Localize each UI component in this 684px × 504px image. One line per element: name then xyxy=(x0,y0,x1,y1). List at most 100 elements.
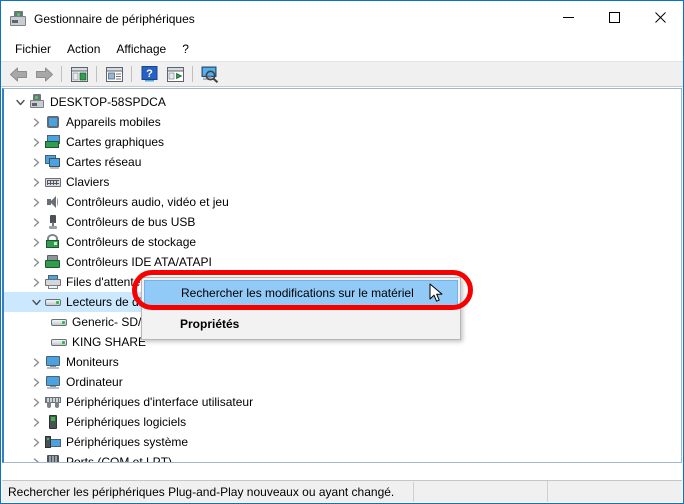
chevron-right-icon[interactable] xyxy=(28,234,44,250)
tree-item-appareils-mobiles[interactable]: Appareils mobiles xyxy=(4,112,681,132)
context-menu-item-scan-hardware[interactable]: Rechercher les modifications sur le maté… xyxy=(144,280,458,306)
scan-hardware-changes-icon xyxy=(201,66,219,83)
tree-item-label: Moniteurs xyxy=(66,355,119,369)
computer-icon xyxy=(28,94,46,110)
tree-item-cartes-graphiques[interactable]: Cartes graphiques xyxy=(4,132,681,152)
tree-item-peripheriques-logiciels[interactable]: Périphériques logiciels xyxy=(4,412,681,432)
tree-root-label: DESKTOP-58SPDCA xyxy=(50,95,166,109)
tree-item-controleurs-usb[interactable]: Contrôleurs de bus USB xyxy=(4,212,681,232)
update-driver-button[interactable] xyxy=(163,63,187,85)
tree-item-label: Contrôleurs de stockage xyxy=(66,235,197,249)
menu-affichage[interactable]: Affichage xyxy=(108,39,174,59)
chevron-right-icon[interactable] xyxy=(28,154,44,170)
tree-item-controleurs-audio[interactable]: Contrôleurs audio, vidéo et jeu xyxy=(4,192,681,212)
show-hide-console-tree-button[interactable] xyxy=(67,63,91,85)
usb-controller-icon xyxy=(44,214,62,230)
chevron-down-icon[interactable] xyxy=(12,94,28,110)
tree-item-controleurs-stockage[interactable]: Contrôleurs de stockage xyxy=(4,232,681,252)
tree-item-label: Ports (COM et LPT) xyxy=(66,455,173,463)
toolbar-separator-3 xyxy=(131,66,132,82)
status-pane-2 xyxy=(414,481,548,502)
chevron-right-icon[interactable] xyxy=(28,134,44,150)
tree-item-label: Ordinateur xyxy=(66,375,123,389)
toolbar-separator-1 xyxy=(61,66,62,82)
status-message: Rechercher les périphériques Plug-and-Pl… xyxy=(2,481,414,502)
tree-item-peripheriques-hid[interactable]: Périphériques d'interface utilisateur xyxy=(4,392,681,412)
context-menu-item-label: Rechercher les modifications sur le maté… xyxy=(181,286,414,300)
menu-fichier[interactable]: Fichier xyxy=(7,39,59,59)
minimize-button[interactable] xyxy=(545,1,591,33)
tree-root-row[interactable]: DESKTOP-58SPDCA xyxy=(4,92,681,112)
tree-item-claviers[interactable]: Claviers xyxy=(4,172,681,192)
storage-controller-icon xyxy=(44,234,62,250)
hid-icon xyxy=(44,394,62,410)
software-device-icon xyxy=(44,414,62,430)
help-icon: ? xyxy=(141,66,157,82)
chevron-right-icon[interactable] xyxy=(28,214,44,230)
tree-item-peripheriques-systeme[interactable]: Périphériques système xyxy=(4,432,681,452)
disk-drive-icon xyxy=(44,294,62,310)
status-bar: Rechercher les périphériques Plug-and-Pl… xyxy=(2,480,682,502)
update-driver-icon xyxy=(166,66,184,82)
device-tree: DESKTOP-58SPDCA Appareils mobiles Cartes… xyxy=(4,89,681,463)
monitor-icon xyxy=(44,354,62,370)
forward-button[interactable] xyxy=(32,63,56,85)
mobile-device-icon xyxy=(44,114,62,130)
menu-bar: Fichier Action Affichage ? xyxy=(1,37,683,61)
network-adapter-icon xyxy=(44,154,62,170)
ide-controller-icon xyxy=(44,254,62,270)
toolbar-separator-2 xyxy=(96,66,97,82)
title-bar: Gestionnaire de périphériques xyxy=(1,1,683,37)
display-adapter-icon xyxy=(44,134,62,150)
chevron-right-icon[interactable] xyxy=(28,174,44,190)
tree-item-label: Claviers xyxy=(66,175,110,189)
tree-item-label: Appareils mobiles xyxy=(66,115,161,129)
chevron-right-icon[interactable] xyxy=(28,414,44,430)
tree-item-moniteurs[interactable]: Moniteurs xyxy=(4,352,681,372)
chevron-right-icon[interactable] xyxy=(28,354,44,370)
properties-button[interactable] xyxy=(102,63,126,85)
back-button[interactable] xyxy=(6,63,30,85)
menu-aide[interactable]: ? xyxy=(174,39,197,59)
help-button[interactable]: ? xyxy=(137,63,161,85)
show-hide-console-tree-icon xyxy=(70,66,88,82)
maximize-icon xyxy=(608,11,620,23)
tree-item-label: Cartes réseau xyxy=(66,155,142,169)
print-queue-icon xyxy=(44,274,62,290)
chevron-right-icon[interactable] xyxy=(28,394,44,410)
menu-action[interactable]: Action xyxy=(59,39,108,59)
close-icon xyxy=(654,11,666,23)
chevron-right-icon[interactable] xyxy=(28,274,44,290)
window-controls xyxy=(545,1,683,33)
keyboard-icon xyxy=(44,174,62,190)
chevron-right-icon[interactable] xyxy=(28,374,44,390)
tree-item-controleurs-ide[interactable]: Contrôleurs IDE ATA/ATAPI xyxy=(4,252,681,272)
svg-text:?: ? xyxy=(146,68,153,80)
tree-item-label: Périphériques logiciels xyxy=(66,415,187,429)
tree-item-ordinateur[interactable]: Ordinateur xyxy=(4,372,681,392)
tree-item-ports[interactable]: Ports (COM et LPT) xyxy=(4,452,681,463)
properties-icon xyxy=(105,66,123,82)
tree-item-cartes-reseau[interactable]: Cartes réseau xyxy=(4,152,681,172)
tree-item-label: Contrôleurs IDE ATA/ATAPI xyxy=(66,255,212,269)
context-menu-item-label: Propriétés xyxy=(180,317,240,331)
close-button[interactable] xyxy=(637,1,683,33)
context-menu: Rechercher les modifications sur le maté… xyxy=(141,277,461,340)
context-menu-item-properties[interactable]: Propriétés xyxy=(144,311,458,337)
disk-drive-icon xyxy=(50,314,68,330)
scan-hardware-changes-button[interactable] xyxy=(198,63,222,85)
chevron-right-icon[interactable] xyxy=(28,254,44,270)
tree-item-label: Périphériques système xyxy=(66,435,189,449)
tree-item-label: Contrôleurs audio, vidéo et jeu xyxy=(66,195,229,209)
device-manager-window: Gestionnaire de périphériques Fichier Ac… xyxy=(0,0,684,504)
tree-item-label: Périphériques d'interface utilisateur xyxy=(66,395,254,409)
chevron-down-icon[interactable] xyxy=(28,294,44,310)
minimize-icon xyxy=(562,16,574,18)
maximize-button[interactable] xyxy=(591,1,637,33)
chevron-right-icon[interactable] xyxy=(28,434,44,450)
chevron-right-icon[interactable] xyxy=(28,194,44,210)
toolbar: ? xyxy=(1,61,683,87)
device-tree-panel[interactable]: DESKTOP-58SPDCA Appareils mobiles Cartes… xyxy=(2,88,682,463)
chevron-right-icon[interactable] xyxy=(28,454,44,462)
chevron-right-icon[interactable] xyxy=(28,114,44,130)
